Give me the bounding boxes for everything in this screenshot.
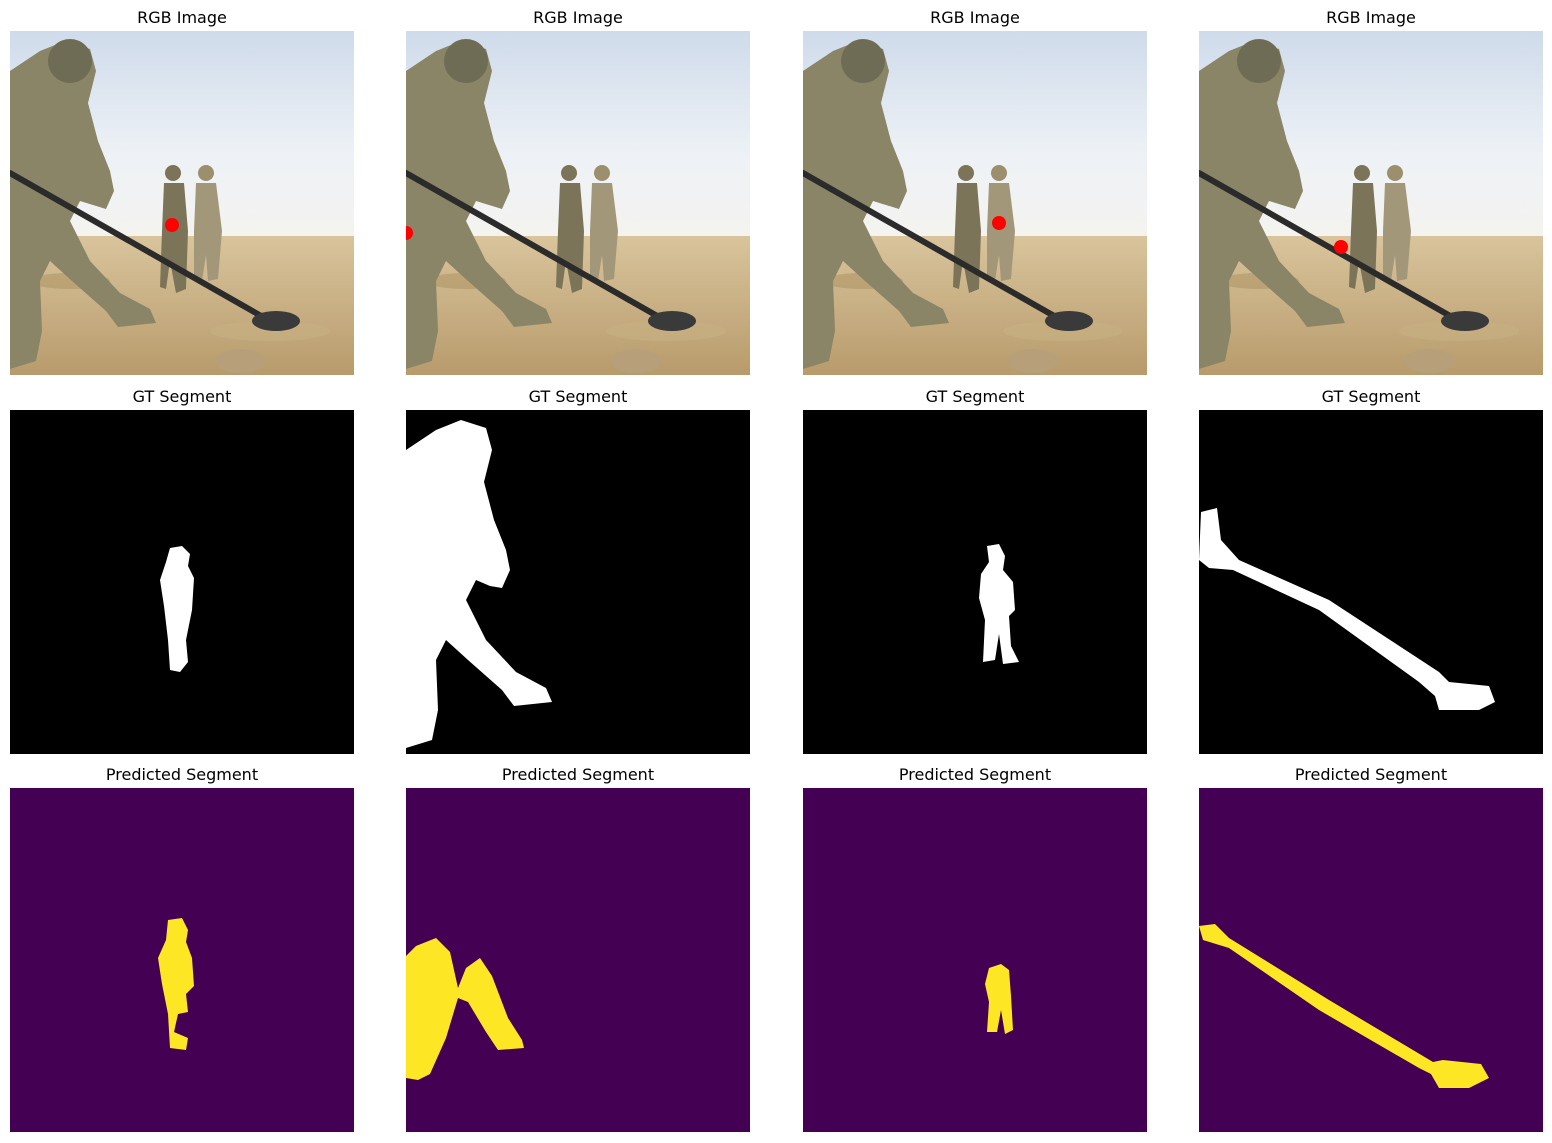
- gt-segment-image: [406, 410, 750, 754]
- rock: [1404, 349, 1454, 373]
- panel-title: Predicted Segment: [501, 765, 655, 784]
- rock: [611, 349, 661, 373]
- gt-segment-image: [803, 410, 1147, 754]
- panel-title: RGB Image: [1326, 8, 1416, 27]
- predicted-segment-image: [803, 788, 1147, 1132]
- rock: [215, 349, 265, 373]
- panel-title: GT Segment: [1321, 387, 1421, 406]
- panel-title: GT Segment: [132, 387, 232, 406]
- predicted-segment-image: [10, 788, 354, 1132]
- rgb-image: [803, 31, 1147, 375]
- predicted-mask-background: [406, 788, 750, 1132]
- rgb-image: [1199, 31, 1543, 375]
- rgb-image: [10, 31, 354, 375]
- prompt-point: [165, 218, 179, 232]
- rock: [1008, 349, 1058, 373]
- rgb-image: [406, 31, 750, 375]
- panel-title: Predicted Segment: [1294, 765, 1448, 784]
- predicted-mask-background: [803, 788, 1147, 1132]
- prompt-point: [1334, 240, 1348, 254]
- panel-title: RGB Image: [533, 8, 623, 27]
- panel-title: RGB Image: [137, 8, 227, 27]
- panel-title: GT Segment: [925, 387, 1025, 406]
- gt-segment-image: [10, 410, 354, 754]
- panel-title: Predicted Segment: [898, 765, 1052, 784]
- predicted-segment-image: [406, 788, 750, 1132]
- gt-mask-background: [803, 410, 1147, 754]
- prompt-point: [992, 216, 1006, 230]
- panel-title: RGB Image: [930, 8, 1020, 27]
- panel-title: GT Segment: [528, 387, 628, 406]
- gt-segment-image: [1199, 410, 1543, 754]
- predicted-segment-image: [1199, 788, 1543, 1132]
- panel-title: Predicted Segment: [105, 765, 259, 784]
